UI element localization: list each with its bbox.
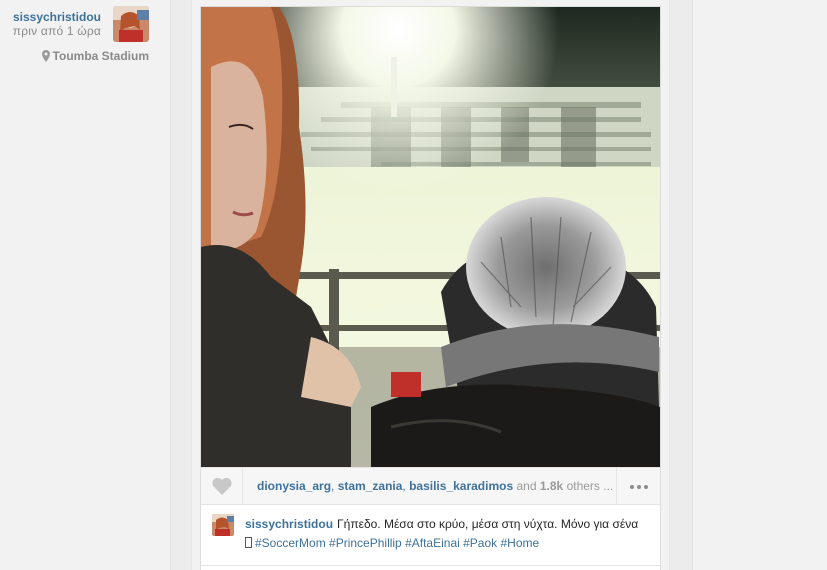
more-options-icon [643, 484, 648, 489]
likes-others-label[interactable]: others ... [567, 479, 612, 493]
hashtag-link[interactable]: #AftaEinai [405, 536, 460, 550]
heart-icon [211, 477, 232, 495]
post-card: dionysia_arg, stam_zania, basilis_karadi… [200, 6, 661, 570]
likes-summary: dionysia_arg, stam_zania, basilis_karadi… [257, 479, 612, 493]
caption-avatar[interactable] [212, 514, 234, 536]
hashtag-link[interactable]: #PrincePhillip [329, 536, 402, 550]
post-username-link[interactable]: sissychristidou [13, 10, 101, 24]
liker-link[interactable]: dionysia_arg [257, 479, 331, 493]
page-gutter-right [669, 0, 693, 570]
hashtag-link[interactable]: #SoccerMom [255, 536, 326, 550]
unsupported-emoji-glyph [245, 537, 252, 548]
caption-body: sissychristidou Γήπεδο. Μέσα στο κρύο, μέ… [245, 515, 655, 553]
caption-username-link[interactable]: sissychristidou [245, 517, 333, 531]
location-pin-icon [41, 50, 50, 62]
like-button[interactable] [201, 468, 243, 505]
liker-link[interactable]: basilis_karadimos [409, 479, 513, 493]
more-options-icon [629, 484, 634, 489]
post-photo[interactable] [201, 7, 660, 467]
likes-bar: dionysia_arg, stam_zania, basilis_karadi… [201, 467, 660, 505]
post-meta: sissychristidou πριν από 1 ώρα Toumba St… [0, 0, 165, 570]
post-caption: sissychristidou Γήπεδο. Μέσα στο κρύο, μέ… [201, 506, 660, 566]
user-avatar[interactable] [113, 6, 149, 42]
hashtag-link[interactable]: #Paok [463, 536, 497, 550]
location-label: Toumba Stadium [52, 49, 149, 63]
post-timestamp[interactable]: πριν από 1 ώρα [13, 24, 101, 38]
hashtag-link[interactable]: #Home [501, 536, 540, 550]
likes-and-label: and [516, 479, 537, 493]
liker-separator: , [331, 479, 338, 493]
more-options-icon [636, 484, 641, 489]
caption-text: Γήπεδο. Μέσα στο κρύο, μέσα στη νύχτα. Μ… [337, 517, 639, 531]
liker-link[interactable]: stam_zania [338, 479, 403, 493]
post-location[interactable]: Toumba Stadium [41, 49, 149, 63]
more-options-button[interactable] [616, 468, 660, 505]
likes-count[interactable]: 1.8k [540, 479, 563, 493]
page-gutter-left [170, 0, 192, 570]
